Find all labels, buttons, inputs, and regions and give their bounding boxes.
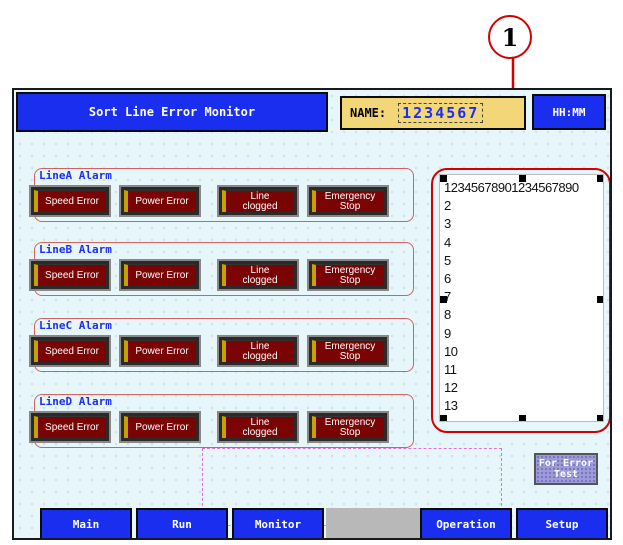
alarm-group-title: LineB Alarm (39, 243, 112, 256)
nav-operation-button[interactable]: Operation (420, 508, 512, 538)
hmi-screen: Sort Line Error Monitor NAME: 1234567 HH… (12, 88, 612, 540)
nav-main-button[interactable]: Main (40, 508, 132, 538)
alarm-button[interactable]: Power Error (119, 259, 201, 291)
alarm-group: LineC Alarm Speed Error Power Error Line cl… (29, 318, 414, 372)
nav-setup-button[interactable]: Setup (516, 508, 608, 538)
screen-title: Sort Line Error Monitor (16, 92, 328, 132)
alarm-button-label: Speed Error (34, 340, 106, 362)
alarm-button[interactable]: Speed Error (29, 259, 111, 291)
alarm-button-label: Line clogged (222, 416, 294, 438)
alarm-button[interactable]: Line clogged (217, 259, 299, 291)
name-display: NAME: 1234567 (340, 96, 526, 130)
alarm-button[interactable]: Speed Error (29, 411, 111, 443)
alarm-button[interactable]: Power Error (119, 335, 201, 367)
alarm-button[interactable]: Line clogged (217, 335, 299, 367)
highlight-frame (431, 168, 610, 433)
callout-number: 1 (501, 22, 519, 52)
alarm-button-label: Line clogged (222, 340, 294, 362)
alarm-group-title: LineD Alarm (39, 395, 112, 408)
alarm-button-label: Emergency Stop (312, 340, 384, 362)
nav-monitor-button[interactable]: Monitor (232, 508, 324, 538)
alarm-group: LineB Alarm Speed Error Power Error Line cl… (29, 242, 414, 296)
alarm-button[interactable]: Power Error (119, 185, 201, 217)
alarm-button-label: Power Error (124, 340, 196, 362)
name-value[interactable]: 1234567 (398, 103, 484, 123)
bottom-nav: Main Run Monitor Operation Setup (14, 508, 610, 538)
alarm-button-label: Emergency Stop (312, 190, 384, 212)
error-test-label-1: For Error (538, 458, 594, 469)
alarm-button-label: Power Error (124, 190, 196, 212)
alarm-button[interactable]: Speed Error (29, 335, 111, 367)
alarm-group: LineA Alarm Speed Error Power Error Line cl… (29, 168, 414, 222)
alarm-button-label: Emergency Stop (312, 416, 384, 438)
alarm-button-label: Speed Error (34, 190, 106, 212)
alarm-group: LineD Alarm Speed Error Power Error Line cl… (29, 394, 414, 448)
alarm-button-label: Speed Error (34, 416, 106, 438)
callout-marker: 1 (488, 15, 532, 59)
alarm-button[interactable]: Line clogged (217, 185, 299, 217)
alarm-group-title: LineA Alarm (39, 169, 112, 182)
alarm-button-label: Line clogged (222, 190, 294, 212)
alarm-button[interactable]: Emergency Stop (307, 335, 389, 367)
alarm-button-label: Emergency Stop (312, 264, 384, 286)
alarm-button[interactable]: Line clogged (217, 411, 299, 443)
nav-spacer (326, 508, 420, 538)
alarm-button-label: Power Error (124, 416, 196, 438)
error-test-button[interactable]: For Error Test (534, 453, 598, 485)
alarm-button[interactable]: Power Error (119, 411, 201, 443)
alarm-button-label: Speed Error (34, 264, 106, 286)
alarm-button[interactable]: Emergency Stop (307, 259, 389, 291)
alarm-button[interactable]: Speed Error (29, 185, 111, 217)
alarm-button-label: Line clogged (222, 264, 294, 286)
name-label: NAME: (350, 106, 387, 120)
alarm-group-title: LineC Alarm (39, 319, 112, 332)
alarm-button[interactable]: Emergency Stop (307, 411, 389, 443)
nav-run-button[interactable]: Run (136, 508, 228, 538)
clock-display: HH:MM (532, 94, 606, 130)
alarm-button[interactable]: Emergency Stop (307, 185, 389, 217)
alarm-button-label: Power Error (124, 264, 196, 286)
error-test-label-2: Test (553, 469, 579, 480)
